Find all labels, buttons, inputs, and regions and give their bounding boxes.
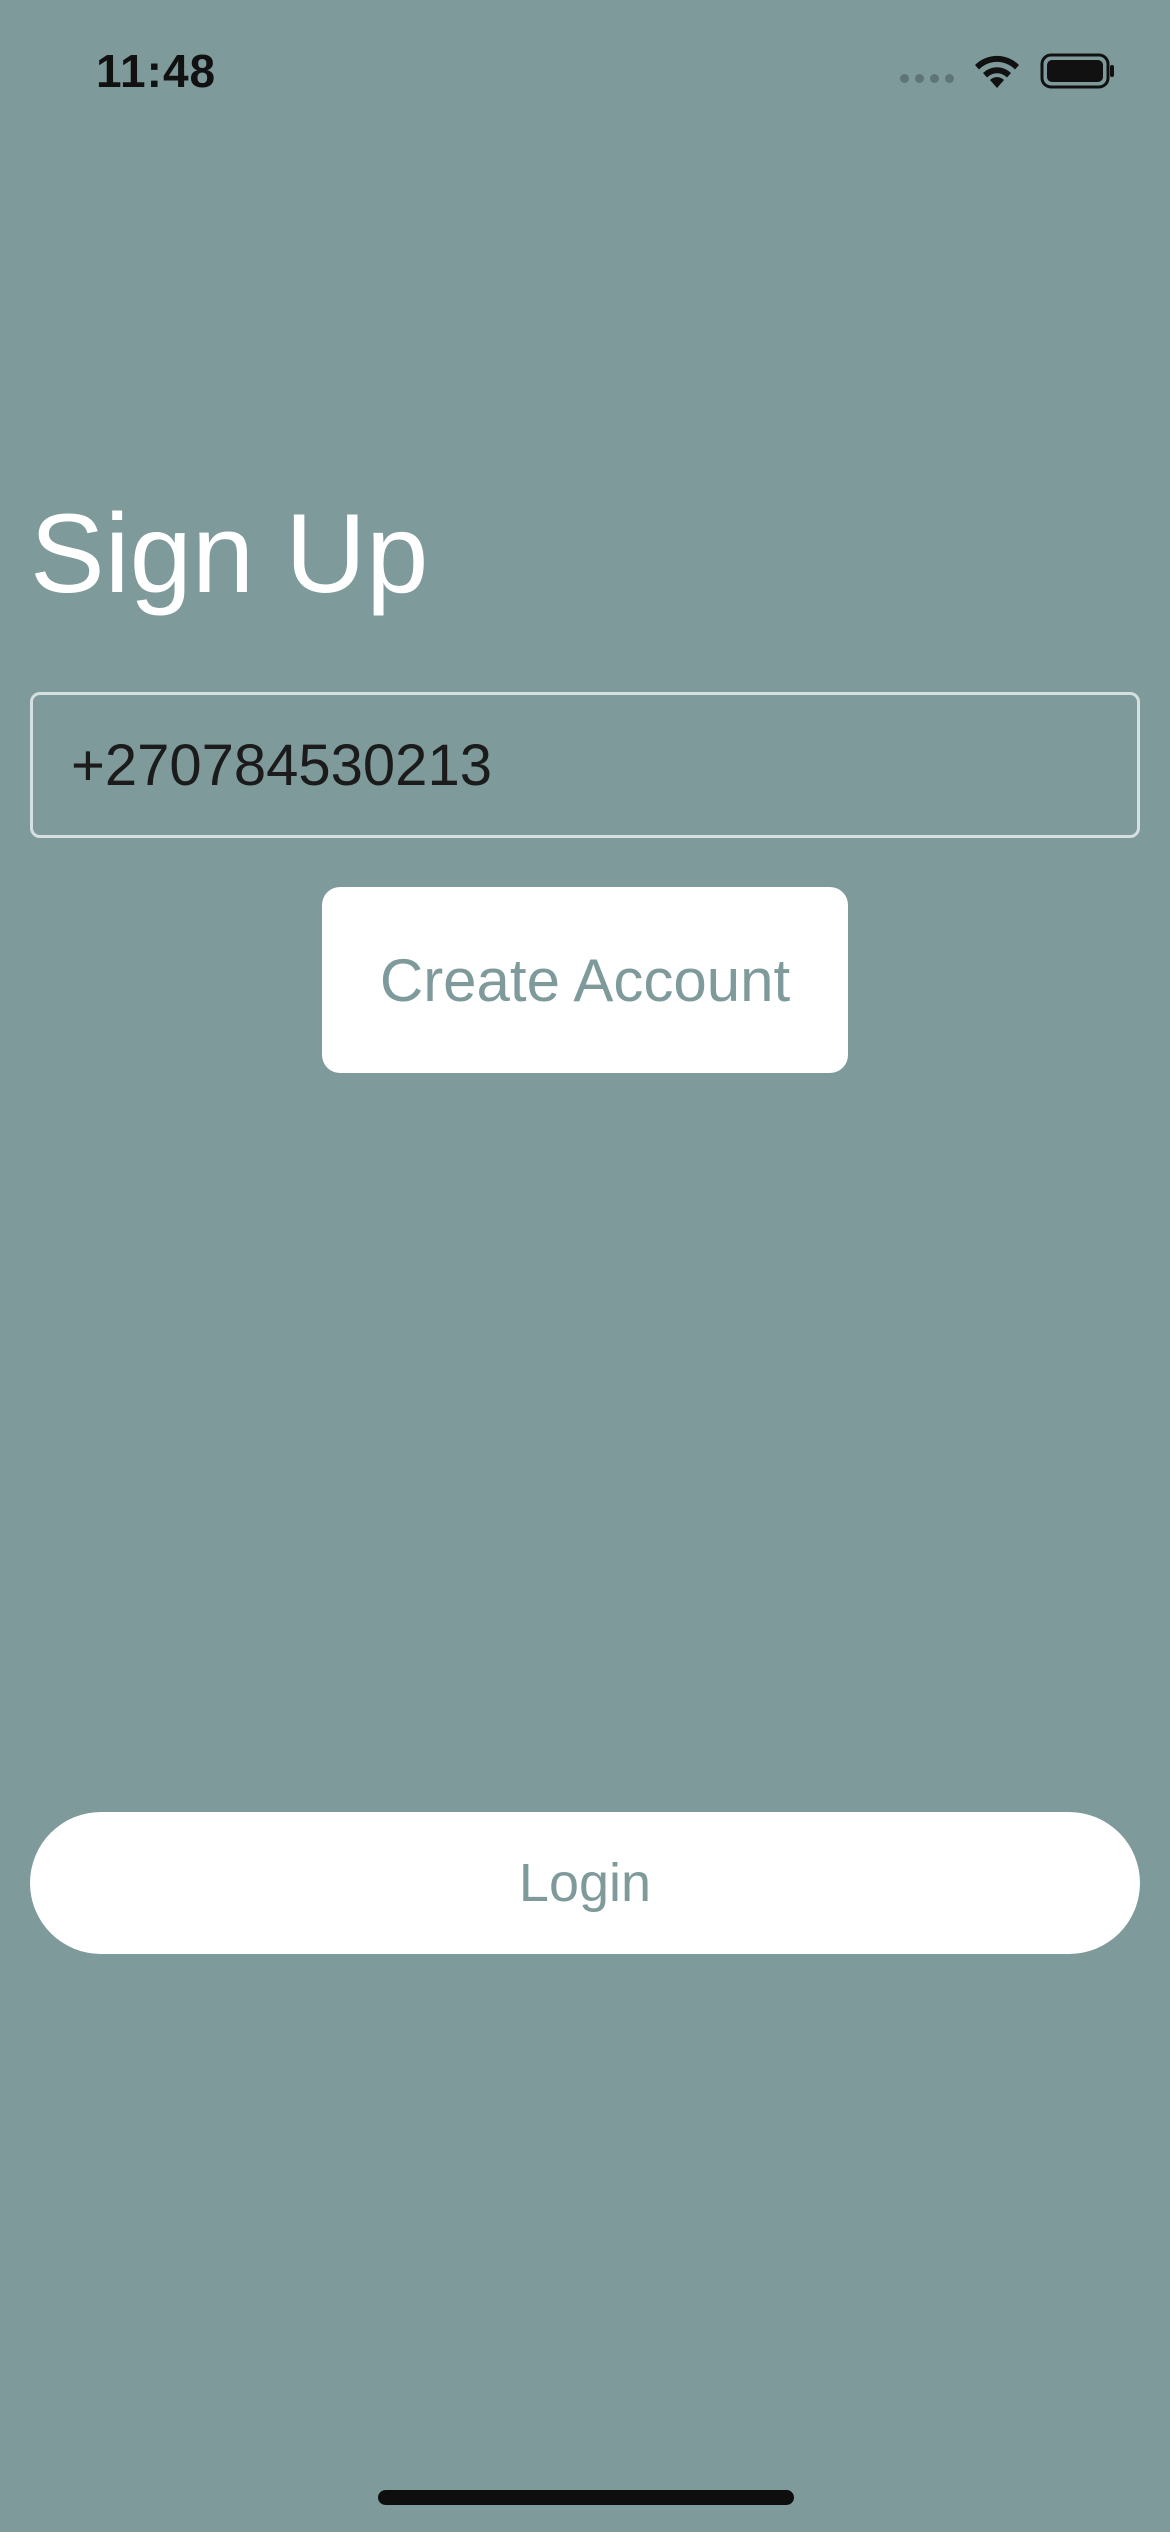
- signal-dots-icon: [900, 73, 954, 83]
- status-bar: 11:48: [0, 0, 1170, 150]
- create-account-button[interactable]: Create Account: [322, 887, 848, 1073]
- wifi-icon: [975, 55, 1019, 88]
- phone-number-input[interactable]: [30, 692, 1140, 838]
- home-indicator: [378, 2490, 794, 2505]
- login-button[interactable]: Login: [30, 1812, 1140, 1954]
- battery-icon: [1040, 53, 1114, 89]
- page-title: Sign Up: [30, 491, 429, 616]
- status-time: 11:48: [96, 45, 217, 97]
- status-icons: [900, 52, 1116, 90]
